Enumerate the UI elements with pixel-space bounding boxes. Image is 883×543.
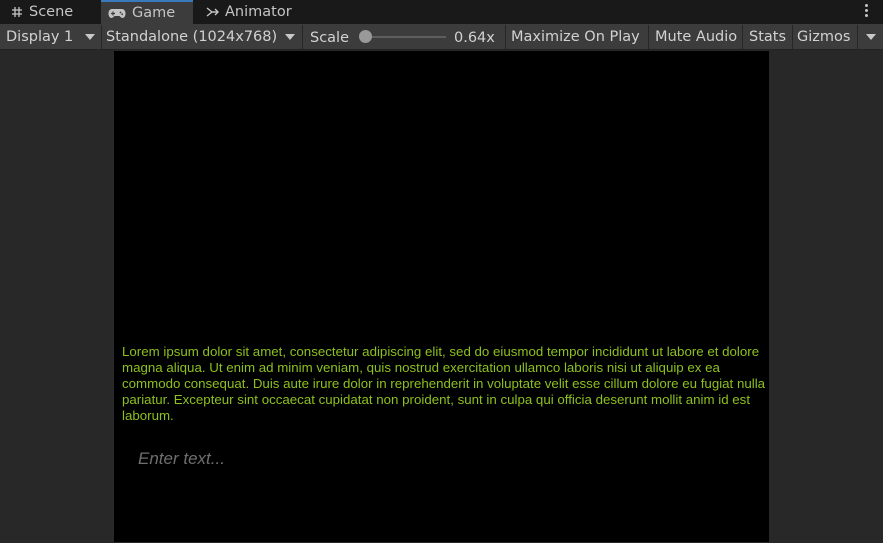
resolution-dropdown[interactable]: Standalone (1024x768) bbox=[106, 25, 300, 49]
tab-scene-label: Scene bbox=[29, 4, 74, 20]
gizmos-button[interactable]: Gizmos bbox=[797, 25, 850, 49]
mute-audio-button[interactable]: Mute Audio bbox=[655, 25, 737, 49]
tab-scene[interactable]: Scene bbox=[0, 0, 96, 24]
scale-value: 0.64x bbox=[454, 30, 495, 46]
text-input-field[interactable] bbox=[138, 448, 538, 470]
scale-slider-track[interactable] bbox=[366, 36, 446, 38]
game-viewport: Lorem ipsum dolor sit amet, consectetur … bbox=[0, 51, 883, 543]
grid-icon bbox=[12, 7, 22, 17]
chevron-down-icon bbox=[866, 34, 876, 40]
game-screen[interactable]: Lorem ipsum dolor sit amet, consectetur … bbox=[114, 51, 769, 542]
more-options-icon[interactable] bbox=[865, 4, 869, 20]
tab-animator[interactable]: Animator bbox=[195, 0, 305, 24]
scale-slider-handle[interactable] bbox=[359, 30, 372, 43]
tab-bar: Scene Game Animator bbox=[0, 0, 883, 24]
stats-button[interactable]: Stats bbox=[749, 25, 786, 49]
chevron-down-icon bbox=[85, 34, 95, 40]
animator-icon bbox=[206, 7, 219, 17]
game-toolbar: Display 1 Standalone (1024x768) Scale 0.… bbox=[0, 24, 883, 50]
resolution-dropdown-label: Standalone (1024x768) bbox=[106, 29, 278, 45]
lorem-text: Lorem ipsum dolor sit amet, consectetur … bbox=[122, 344, 766, 423]
scale-label: Scale bbox=[310, 30, 350, 46]
chevron-down-icon bbox=[285, 34, 295, 40]
display-dropdown[interactable]: Display 1 bbox=[6, 25, 100, 49]
display-dropdown-label: Display 1 bbox=[6, 29, 74, 45]
maximize-on-play-button[interactable]: Maximize On Play bbox=[511, 25, 640, 49]
gizmos-dropdown[interactable] bbox=[858, 25, 883, 49]
tab-game[interactable]: Game bbox=[101, 0, 193, 24]
tab-animator-label: Animator bbox=[225, 4, 292, 20]
gamepad-icon bbox=[108, 8, 126, 18]
tab-game-label: Game bbox=[132, 5, 176, 21]
